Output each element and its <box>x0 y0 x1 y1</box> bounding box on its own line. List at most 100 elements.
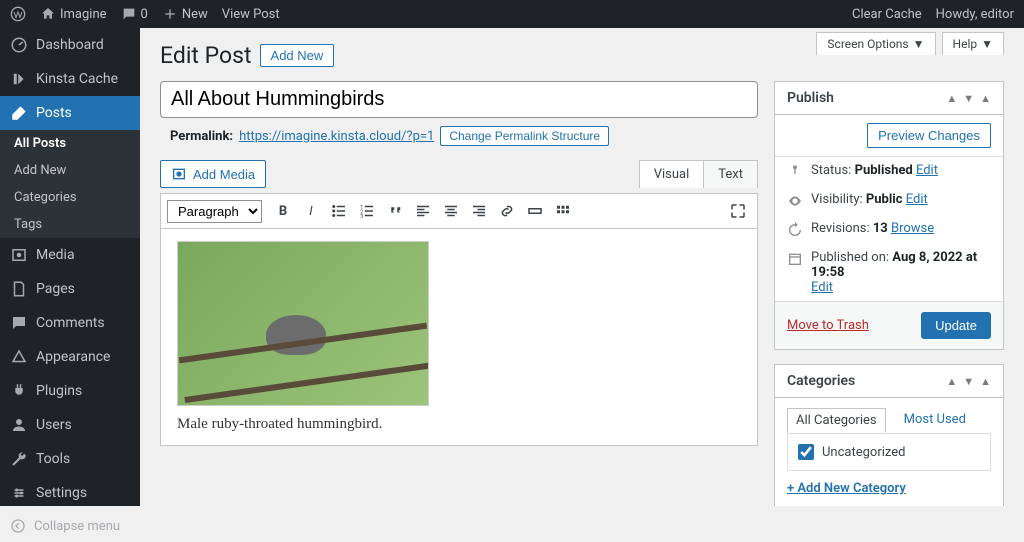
sidebar-item-label: Plugins <box>36 383 82 399</box>
editor-body[interactable]: Male ruby-throated hummingbird. <box>161 229 757 445</box>
wp-logo-icon[interactable] <box>10 6 26 22</box>
collapse-menu[interactable]: Collapse menu <box>0 510 140 542</box>
visibility-row: Visibility: Public Edit <box>775 186 1003 215</box>
admin-bar-left: Imagine 0 New View Post <box>10 6 280 22</box>
sidebar-item-label: Pages <box>36 281 75 297</box>
sidebar-item-pages[interactable]: Pages <box>0 272 140 306</box>
move-down-icon[interactable]: ▼ <box>963 375 974 388</box>
add-media-button[interactable]: Add Media <box>160 160 266 188</box>
sidebar-item-media[interactable]: Media <box>0 238 140 272</box>
move-up-icon[interactable]: ▲ <box>946 375 957 388</box>
fullscreen-button[interactable] <box>725 198 751 224</box>
sidebar-item-settings[interactable]: Settings <box>0 476 140 510</box>
align-center-button[interactable] <box>438 198 464 224</box>
permalink-url[interactable]: https://imagine.kinsta.cloud/?p=1 <box>239 129 434 144</box>
bold-button[interactable]: B <box>270 198 296 224</box>
sidebar-item-appearance[interactable]: Appearance <box>0 340 140 374</box>
main-column: Permalink: https://imagine.kinsta.cloud/… <box>160 81 758 446</box>
category-checkbox[interactable] <box>798 444 814 460</box>
admin-bar-right: Clear Cache Howdy, editor <box>852 7 1014 22</box>
edit-status-link[interactable]: Edit <box>916 163 938 178</box>
chevron-down-icon: ▼ <box>981 37 993 51</box>
toolbar-toggle-button[interactable] <box>550 198 576 224</box>
read-more-button[interactable] <box>522 198 548 224</box>
posts-submenu: All Posts Add New Categories Tags <box>0 130 140 238</box>
toggle-icon[interactable]: ▲ <box>980 92 991 105</box>
sidebar-item-users[interactable]: Users <box>0 408 140 442</box>
edit-date-link[interactable]: Edit <box>811 280 833 295</box>
sidebar-item-kinsta-cache[interactable]: Kinsta Cache <box>0 62 140 96</box>
blockquote-button[interactable] <box>382 198 408 224</box>
categories-metabox: Categories ▲▼▲ All Categories Most Used … <box>774 364 1004 506</box>
submenu-all-posts[interactable]: All Posts <box>0 130 140 157</box>
site-link[interactable]: Imagine <box>40 6 107 22</box>
category-item[interactable]: Uncategorized <box>798 444 980 460</box>
admin-sidebar: Dashboard Kinsta Cache Posts All Posts A… <box>0 28 140 506</box>
permalink-row: Permalink: https://imagine.kinsta.cloud/… <box>160 126 758 146</box>
view-post-link[interactable]: View Post <box>222 7 280 22</box>
toggle-icon[interactable]: ▲ <box>980 375 991 388</box>
sidebar-item-tools[interactable]: Tools <box>0 442 140 476</box>
content-area: Screen Options ▼ Help ▼ Edit Post Add Ne… <box>140 28 1024 506</box>
move-up-icon[interactable]: ▲ <box>946 92 957 105</box>
move-down-icon[interactable]: ▼ <box>963 92 974 105</box>
tab-most-used[interactable]: Most Used <box>896 408 974 433</box>
numbered-list-button[interactable]: 123 <box>354 198 380 224</box>
publish-title: Publish <box>787 90 834 106</box>
submenu-add-new[interactable]: Add New <box>0 157 140 184</box>
italic-button[interactable]: I <box>298 198 324 224</box>
add-new-button[interactable]: Add New <box>260 44 335 67</box>
new-label: New <box>182 7 208 22</box>
svg-text:3: 3 <box>360 214 363 220</box>
change-permalink-button[interactable]: Change Permalink Structure <box>440 126 609 146</box>
editor-mode-tabs: Visual Text <box>640 161 758 188</box>
sidebar-item-comments[interactable]: Comments <box>0 306 140 340</box>
screen-meta-tabs: Screen Options ▼ Help ▼ <box>816 32 1004 55</box>
preview-changes-button[interactable]: Preview Changes <box>867 123 991 148</box>
sidebar-item-dashboard[interactable]: Dashboard <box>0 28 140 62</box>
status-row: Status: Published Edit <box>775 157 1003 186</box>
comments-link[interactable]: 0 <box>121 6 148 22</box>
tab-all-categories[interactable]: All Categories <box>787 408 886 433</box>
help-tab[interactable]: Help ▼ <box>942 32 1004 55</box>
new-link[interactable]: New <box>162 6 208 22</box>
chevron-down-icon: ▼ <box>913 37 925 51</box>
sidebar-item-label: Posts <box>36 105 72 121</box>
edit-visibility-link[interactable]: Edit <box>906 192 928 207</box>
sidebar-item-label: Comments <box>36 315 105 331</box>
post-title-input[interactable] <box>160 81 758 118</box>
clear-cache-link[interactable]: Clear Cache <box>852 7 922 22</box>
text-tab[interactable]: Text <box>703 160 758 188</box>
image-caption: Male ruby-throated hummingbird. <box>177 416 741 433</box>
sidebar-item-label: Users <box>36 417 72 433</box>
sidebar-item-label: Tools <box>36 451 70 467</box>
move-to-trash-link[interactable]: Move to Trash <box>787 318 869 333</box>
category-list: Uncategorized <box>787 433 991 471</box>
revisions-row: Revisions: 13 Browse <box>775 215 1003 244</box>
permalink-label: Permalink: <box>170 129 233 144</box>
add-new-category-link[interactable]: + Add New Category <box>787 481 906 496</box>
publish-metabox: Publish ▲ ▼ ▲ Preview Changes Status: Publ… <box>774 81 1004 350</box>
sidebar-item-plugins[interactable]: Plugins <box>0 374 140 408</box>
categories-title: Categories <box>787 373 855 389</box>
sidebar-item-label: Settings <box>36 485 87 501</box>
sidebar-item-label: Dashboard <box>36 37 104 53</box>
link-button[interactable] <box>494 198 520 224</box>
align-left-button[interactable] <box>410 198 436 224</box>
sidebar-item-label: Kinsta Cache <box>36 71 118 87</box>
browse-revisions-link[interactable]: Browse <box>891 221 934 236</box>
update-button[interactable]: Update <box>921 312 991 339</box>
sidebar-item-posts[interactable]: Posts <box>0 96 140 130</box>
submenu-tags[interactable]: Tags <box>0 211 140 238</box>
howdy-link[interactable]: Howdy, editor <box>936 7 1014 22</box>
category-label: Uncategorized <box>822 445 905 460</box>
screen-options-tab[interactable]: Screen Options ▼ <box>816 32 935 55</box>
align-right-button[interactable] <box>466 198 492 224</box>
bullet-list-button[interactable] <box>326 198 352 224</box>
submenu-categories[interactable]: Categories <box>0 184 140 211</box>
visual-tab[interactable]: Visual <box>639 160 705 188</box>
side-column: Publish ▲ ▼ ▲ Preview Changes Status: Publ… <box>774 81 1004 506</box>
format-select[interactable]: Paragraph <box>167 200 262 223</box>
editor-toolbar: Paragraph B I 123 <box>161 194 757 229</box>
post-image[interactable] <box>177 241 429 406</box>
